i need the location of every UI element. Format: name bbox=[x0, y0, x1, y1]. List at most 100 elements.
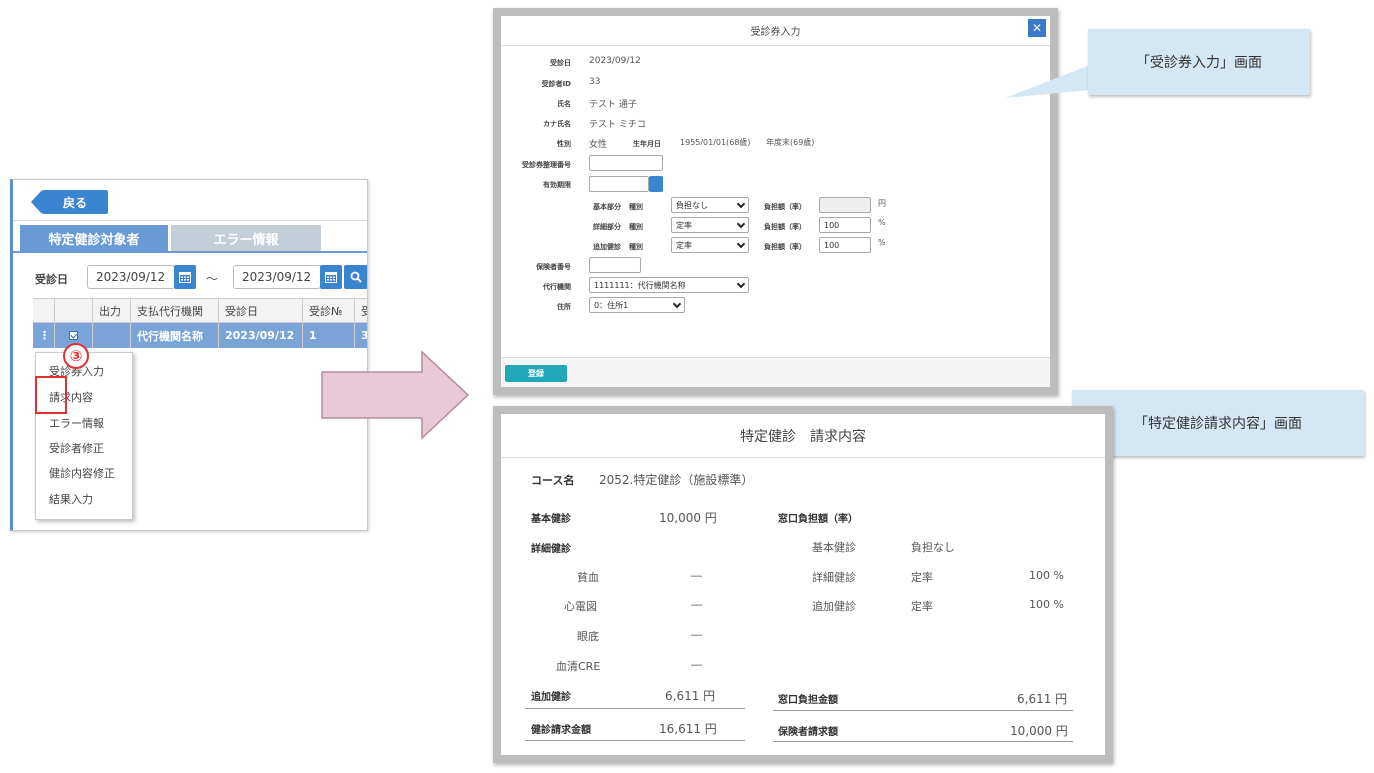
divider bbox=[525, 708, 745, 709]
row-output bbox=[93, 323, 131, 348]
burden-kind-select-additional[interactable]: 定率 bbox=[671, 237, 749, 253]
value-dob: 1955/01/01(68歳) bbox=[680, 138, 751, 147]
detail-item-value: ― bbox=[691, 569, 702, 582]
value-exam-date: 2023/09/12 bbox=[589, 56, 641, 66]
divider bbox=[773, 741, 1073, 742]
burden-amount-detail[interactable]: 100 bbox=[819, 217, 871, 233]
label-address: 住所 bbox=[557, 303, 571, 311]
row-menu-icon[interactable]: ⋮ bbox=[33, 323, 55, 348]
window-item-name: 基本健診 bbox=[812, 541, 856, 554]
detail-item-name: 心電図 bbox=[564, 600, 597, 613]
row-agency: 代行機関名称 bbox=[131, 323, 219, 348]
calendar-icon[interactable] bbox=[320, 265, 342, 289]
menu-item-result-input[interactable]: 結果入力 bbox=[49, 491, 93, 507]
label-sex: 性別 bbox=[557, 140, 571, 148]
step-marker: ③ bbox=[63, 343, 89, 369]
tab-underline bbox=[13, 251, 367, 253]
label-kana: カナ氏名 bbox=[543, 120, 571, 128]
date-label: 受診日 bbox=[35, 273, 68, 286]
register-button[interactable]: 登録 bbox=[505, 365, 567, 382]
burden-amount-basic bbox=[819, 197, 871, 213]
expiry-input[interactable] bbox=[589, 176, 649, 192]
select-value: 負担なし bbox=[676, 200, 708, 210]
burden-amount-label: 負担額（率） bbox=[764, 203, 806, 211]
burden-kind-label: 種別 bbox=[629, 243, 643, 251]
menu-item-error-info[interactable]: エラー情報 bbox=[49, 415, 104, 431]
insurer-claim-label: 保険者請求額 bbox=[778, 727, 838, 738]
ticket-number-input[interactable] bbox=[589, 155, 663, 171]
insurer-number-input[interactable] bbox=[589, 257, 641, 273]
agency-select[interactable]: 1111111：代行機関名称 bbox=[589, 277, 749, 293]
divider bbox=[13, 220, 367, 221]
range-separator: ～ bbox=[206, 272, 219, 286]
insurer-claim-value: 10,000 円 bbox=[1010, 724, 1068, 738]
burden-part-basic: 基本部分 bbox=[593, 203, 621, 211]
ticket-input-dialog: 受診券入力 ✕ 受診日 2023/09/12 受診者ID 33 氏名 テスト 通… bbox=[493, 8, 1058, 395]
grid-header-date: 受診日 bbox=[219, 298, 303, 323]
chevron-down-icon bbox=[736, 239, 746, 249]
window-item-kind: 定率 bbox=[911, 600, 933, 613]
value-patient-id: 33 bbox=[589, 77, 601, 87]
burden-unit-additional: % bbox=[878, 238, 886, 247]
menu-item-patient-edit[interactable]: 受診者修正 bbox=[49, 440, 104, 456]
date-from-input[interactable]: 2023/09/12 bbox=[87, 265, 175, 289]
burden-amount-additional[interactable]: 100 bbox=[819, 237, 871, 253]
window-item-rate: 100 % bbox=[1029, 598, 1064, 611]
close-icon[interactable]: ✕ bbox=[1028, 19, 1046, 37]
grid-header-check bbox=[55, 298, 93, 323]
detail-item-value: ― bbox=[691, 658, 702, 671]
dialog-title: 特定健診 請求内容 bbox=[501, 414, 1105, 458]
menu-item-exam-edit[interactable]: 健診内容修正 bbox=[49, 465, 115, 481]
burden-kind-select-detail[interactable]: 定率 bbox=[671, 217, 749, 233]
basic-value: 10,000 円 bbox=[659, 511, 717, 525]
additional-label: 追加健診 bbox=[531, 692, 571, 703]
grid-header-menu bbox=[33, 298, 55, 323]
total-value: 16,611 円 bbox=[659, 722, 717, 736]
divider bbox=[773, 710, 1073, 711]
calendar-icon[interactable] bbox=[649, 176, 663, 192]
window-item-rate: 100 % bbox=[1029, 569, 1064, 582]
value-kana: テスト ミチコ bbox=[589, 120, 646, 130]
arrow-right-icon bbox=[321, 350, 470, 440]
window-item-name: 追加健診 bbox=[812, 600, 856, 613]
label-dob: 生年月日 bbox=[633, 140, 661, 148]
window-burden-label: 窓口負担額（率） bbox=[778, 514, 858, 525]
window-amount-value: 6,611 円 bbox=[1017, 692, 1068, 706]
search-icon[interactable] bbox=[344, 265, 367, 289]
burden-unit-basic: 円 bbox=[878, 199, 886, 208]
additional-value: 6,611 円 bbox=[665, 689, 716, 703]
select-value: 1111111：代行機関名称 bbox=[594, 280, 686, 290]
burden-kind-label: 種別 bbox=[629, 203, 643, 211]
basic-label: 基本健診 bbox=[531, 514, 571, 525]
grid-header-extra: 受 bbox=[355, 298, 367, 323]
label-patient-id: 受診者ID bbox=[541, 80, 571, 88]
label-insurer-number: 保険者番号 bbox=[536, 263, 571, 271]
billing-dialog: 特定健診 請求内容 コース名 2052.特定健診（施設標準） 基本健診 10,0… bbox=[493, 406, 1113, 763]
date-to-input[interactable]: 2023/09/12 bbox=[233, 265, 321, 289]
label-expiry: 有効期限 bbox=[543, 181, 571, 189]
value-sex: 女性 bbox=[589, 140, 608, 150]
address-select[interactable]: 0：住所1 bbox=[589, 297, 685, 313]
grid-header-output: 出力 bbox=[93, 298, 131, 323]
burden-part-detail: 詳細部分 bbox=[593, 223, 621, 231]
chevron-down-icon bbox=[736, 219, 746, 229]
course-value: 2052.特定健診（施設標準） bbox=[599, 473, 754, 487]
back-button[interactable]: 戻る bbox=[31, 190, 108, 214]
row-number: 1 bbox=[303, 323, 355, 348]
burden-kind-label: 種別 bbox=[629, 223, 643, 231]
course-label: コース名 bbox=[531, 474, 575, 487]
value-age-end: 年度末(69歳) bbox=[766, 138, 815, 147]
checkbox-checked[interactable] bbox=[69, 331, 78, 340]
select-value: 0：住所1 bbox=[594, 300, 629, 310]
window-item-name: 詳細健診 bbox=[812, 571, 856, 584]
burden-kind-select-basic[interactable]: 負担なし bbox=[671, 197, 749, 213]
row-date: 2023/09/12 bbox=[219, 323, 303, 348]
divider bbox=[525, 740, 745, 741]
tab-target-persons[interactable]: 特定健診対象者 bbox=[20, 225, 168, 251]
callout-pointer bbox=[1005, 65, 1090, 98]
chevron-down-icon bbox=[736, 279, 746, 289]
calendar-icon[interactable] bbox=[174, 265, 196, 289]
tab-error-info[interactable]: エラー情報 bbox=[171, 225, 321, 251]
chevron-down-icon bbox=[672, 299, 682, 309]
detail-item-name: 貧血 bbox=[577, 571, 599, 584]
